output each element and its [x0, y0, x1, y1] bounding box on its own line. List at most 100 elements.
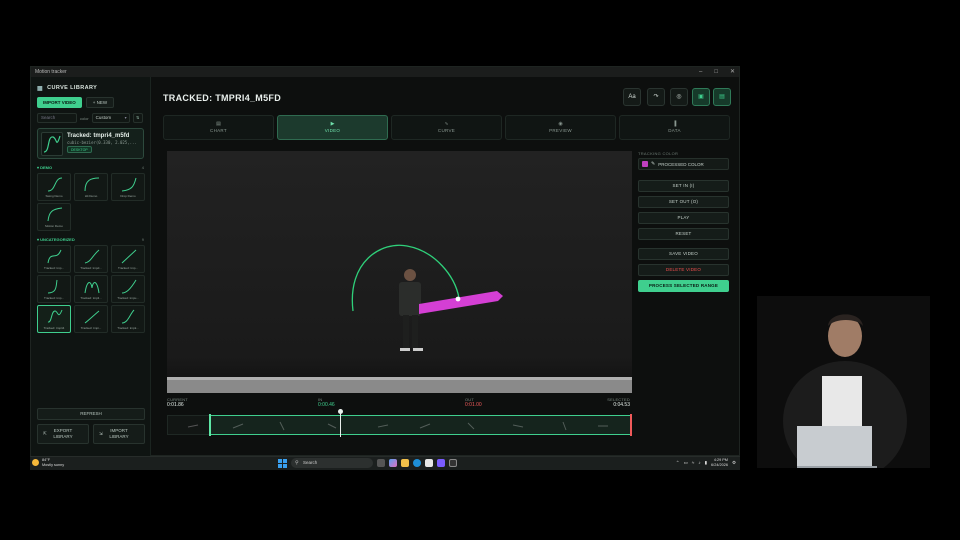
window-controls: – □ ✕	[699, 67, 735, 77]
tab-label: CHART	[210, 128, 227, 133]
tab-data[interactable]: ▐ DATA	[619, 115, 730, 140]
play-button[interactable]: PLAY	[638, 212, 729, 224]
in-time: 0:00.46	[318, 402, 335, 408]
new-curve-button[interactable]: + NEW	[85, 97, 115, 108]
color-filter-select[interactable]: Custom	[91, 113, 130, 123]
task-view-icon[interactable]	[377, 459, 385, 467]
curve-tile[interactable]: Tracked: tmpi...	[74, 305, 108, 333]
store-icon[interactable]	[425, 459, 433, 467]
desktop-badge: DESKTOP	[67, 146, 92, 153]
title-bar: Motion tracker – □ ✕	[31, 67, 739, 77]
volume-icon[interactable]: ♪	[698, 460, 700, 465]
curve-tile[interactable]: Drop Demo	[111, 173, 145, 201]
library-filters: Search color Custom ⇅	[37, 113, 144, 123]
curve-tile-label: Tracked: tmpk...	[117, 326, 139, 330]
wifi-icon[interactable]: ≈	[692, 460, 694, 465]
tab-chart[interactable]: ▤ CHART	[163, 115, 274, 140]
font-icon[interactable]: Aa	[623, 88, 641, 106]
curve-tile-label: Tracked: tmpu...	[117, 296, 139, 300]
edge-icon[interactable]	[413, 459, 421, 467]
curve-tile[interactable]: Swing Demo	[37, 173, 71, 201]
curve-tile[interactable]: Tracked: tmpu...	[111, 275, 145, 303]
group-header-demo[interactable]: ▾ DEMO 4	[37, 164, 144, 171]
display-icon[interactable]: ▭	[684, 460, 688, 466]
selected-range[interactable]	[210, 415, 631, 435]
battery-icon[interactable]: ▮	[705, 460, 707, 466]
tab-label: PREVIEW	[549, 128, 572, 133]
video-frame	[167, 151, 632, 393]
group-count: 4	[141, 165, 144, 170]
chevron-up-icon[interactable]: ⌃	[676, 460, 680, 466]
import-library-button[interactable]: ⇲ IMPORT LIBRARY	[93, 424, 145, 444]
clock[interactable]: 4:29 PM 6/24/2026	[711, 458, 728, 468]
tab-video[interactable]: ▶ VIDEO	[277, 115, 388, 140]
curve-tile[interactable]: Motion Demo	[37, 203, 71, 231]
delete-video-button[interactable]: DELETE VIDEO	[638, 264, 729, 276]
tab-label: DATA	[668, 128, 681, 133]
group-header-uncategorized[interactable]: ▾ UNCATEGORIZED 9	[37, 236, 144, 243]
close-button[interactable]: ✕	[730, 67, 735, 77]
curve-icon: ∿	[444, 121, 449, 127]
video-icon: ▶	[330, 121, 335, 127]
current-time: 0:01.86	[167, 402, 184, 408]
curve-tile-label: Tracked: tmp...	[44, 296, 64, 300]
maximize-button[interactable]: □	[714, 67, 718, 77]
selected-duration: 0:04.53	[613, 402, 630, 408]
tab-curve[interactable]: ∿ CURVE	[391, 115, 502, 140]
library-icon: ▦	[37, 85, 44, 92]
selected-curve-card[interactable]: Tracked: tmpri4_m5fd cubic-bezier(0.330,…	[37, 128, 144, 159]
sidebar-title: CURVE LIBRARY	[47, 85, 98, 91]
tab-label: VIDEO	[324, 128, 341, 133]
notification-icon[interactable]: ⚙	[732, 460, 736, 466]
layout-icon[interactable]: ▤	[713, 88, 731, 106]
save-icon[interactable]: ▣	[692, 88, 710, 106]
curve-tile-selected[interactable]: Tracked: tmpri4	[37, 305, 71, 333]
start-icon[interactable]	[278, 458, 287, 468]
curve-tile[interactable]: Tracked: tmpk...	[111, 305, 145, 333]
minimize-button[interactable]: –	[699, 67, 702, 77]
curve-tile[interactable]: Tracked: tmpli...	[74, 275, 108, 303]
group-label: UNCATEGORIZED	[40, 237, 75, 242]
eyedropper-icon: ✎	[651, 161, 656, 167]
curve-tile[interactable]: Hit Demo	[74, 173, 108, 201]
uncategorized-curve-grid: Tracked: tmp... Tracked: tmpd... Tracked…	[37, 245, 145, 333]
curve-tile[interactable]: Tracked: tmp...	[37, 245, 71, 273]
save-video-button[interactable]: SAVE VIDEO	[638, 248, 729, 260]
set-in-button[interactable]: SET IN (I)	[638, 180, 729, 192]
in-handle[interactable]	[209, 414, 211, 436]
terminal-icon[interactable]	[449, 459, 457, 467]
taskbar-search[interactable]: Search	[291, 458, 373, 468]
process-range-button[interactable]: PROCESS SELECTED RANGE	[638, 280, 729, 292]
tab-preview[interactable]: ◉ PREVIEW	[505, 115, 616, 140]
reset-button[interactable]: RESET	[638, 228, 729, 240]
selected-curve-name: Tracked: tmpri4_m5fd	[67, 133, 130, 139]
selected-curve-formula: cubic-bezier(0.330, 2.025,...	[67, 140, 137, 145]
file-explorer-icon[interactable]	[401, 459, 409, 467]
tracking-color-label: TRACKING COLOR	[638, 151, 679, 156]
refresh-button[interactable]: REFRESH	[37, 408, 145, 420]
tracking-color-picker[interactable]: ✎ PROCESSED COLOR	[638, 158, 729, 170]
presenter-camera-feed	[757, 296, 930, 468]
import-video-button[interactable]: IMPORT VIDEO	[37, 97, 82, 108]
app-icon[interactable]	[437, 459, 445, 467]
curve-tile-label: Drop Demo	[120, 194, 136, 198]
color-filter-label: color	[80, 115, 89, 121]
export-library-button[interactable]: ⇱ EXPORT LIBRARY	[37, 424, 89, 444]
curve-tile[interactable]: Tracked: tmp...	[111, 245, 145, 273]
set-out-button[interactable]: SET OUT (O)	[638, 196, 729, 208]
video-player[interactable]	[167, 151, 632, 393]
sidebar-actions: IMPORT VIDEO + NEW	[37, 97, 144, 108]
color-name: PROCESSED COLOR	[658, 161, 704, 167]
taskbar: 84°F Mostly sunny Search ⌃ ▭ ≈ ♪ ▮ 4:29 …	[30, 456, 740, 470]
target-icon[interactable]: ◎	[670, 88, 688, 106]
sort-button[interactable]: ⇅	[132, 113, 143, 123]
curve-tile[interactable]: Tracked: tmp...	[37, 275, 71, 303]
view-tabs: ▤ CHART ▶ VIDEO ∿ CURVE ◉ PREVIEW ▐ DATA	[163, 115, 730, 140]
redo-icon[interactable]: ↷	[647, 88, 665, 106]
playhead[interactable]	[338, 409, 343, 437]
copilot-icon[interactable]	[389, 459, 397, 467]
curve-tile[interactable]: Tracked: tmpd...	[74, 245, 108, 273]
search-input[interactable]: Search	[37, 113, 77, 123]
out-handle[interactable]	[630, 414, 632, 436]
weather-widget[interactable]: 84°F Mostly sunny	[32, 458, 64, 467]
